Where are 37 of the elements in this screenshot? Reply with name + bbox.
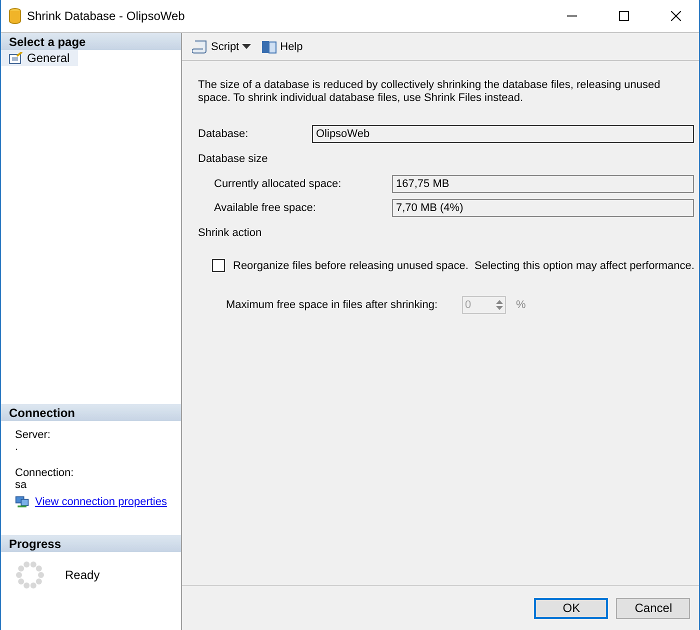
- progress-status: Ready: [65, 568, 100, 582]
- caret-icon: [242, 44, 252, 49]
- max-free-label: Maximum free space in files after shrinking:: [226, 299, 439, 311]
- ok-button[interactable]: OK: [534, 598, 608, 618]
- size-field[interactable]: 167,75 MB: [392, 175, 694, 193]
- server-label: Server:: [15, 429, 52, 441]
- percent-unit: %: [516, 299, 526, 311]
- close-icon: [671, 11, 681, 21]
- server-value: .: [15, 441, 20, 453]
- section-header: Connection: [1, 404, 181, 421]
- script-button[interactable]: Script: [190, 38, 254, 56]
- reorganize-label: Reorganize files before releasing unused space. Selecting this option may affect performance.: [233, 260, 694, 272]
- scroll-icon: [192, 40, 208, 54]
- connection-value: sa: [15, 479, 28, 491]
- field-label: Currently allocated space:: [214, 178, 342, 190]
- size-field[interactable]: 7,70 MB (4%): [392, 199, 694, 217]
- connection-label: Connection:: [15, 467, 75, 479]
- reorganize-checkbox[interactable]: [212, 259, 225, 272]
- computers-icon: [15, 495, 30, 509]
- page-item[interactable]: General: [1, 50, 78, 66]
- spinner-icon: [15, 560, 45, 590]
- view-connection-link[interactable]: View connection properties: [35, 496, 167, 508]
- description-text: The size of a database is reduced by collectively shrinking the database files, releasing unused space. To shrink individual database files, use Shrink Files instead.: [198, 79, 662, 105]
- field-label: Available free space:: [214, 202, 317, 214]
- help-button[interactable]: Help: [259, 38, 305, 56]
- shrink-action-heading: Shrink action: [198, 227, 263, 239]
- database-size-heading: Database size: [198, 153, 269, 165]
- cancel-button[interactable]: Cancel: [616, 598, 690, 618]
- page-edit-icon: [9, 52, 23, 64]
- maximize-icon: [619, 11, 629, 21]
- database-label: Database:: [198, 128, 250, 140]
- database-icon: [9, 8, 21, 24]
- section-header: Select a page: [1, 33, 181, 50]
- section-header: Progress: [1, 535, 181, 552]
- book-icon: [261, 40, 278, 54]
- window-title: Shrink Database - OlipsoWeb: [27, 9, 186, 23]
- database-field[interactable]: OlipsoWeb: [312, 125, 694, 143]
